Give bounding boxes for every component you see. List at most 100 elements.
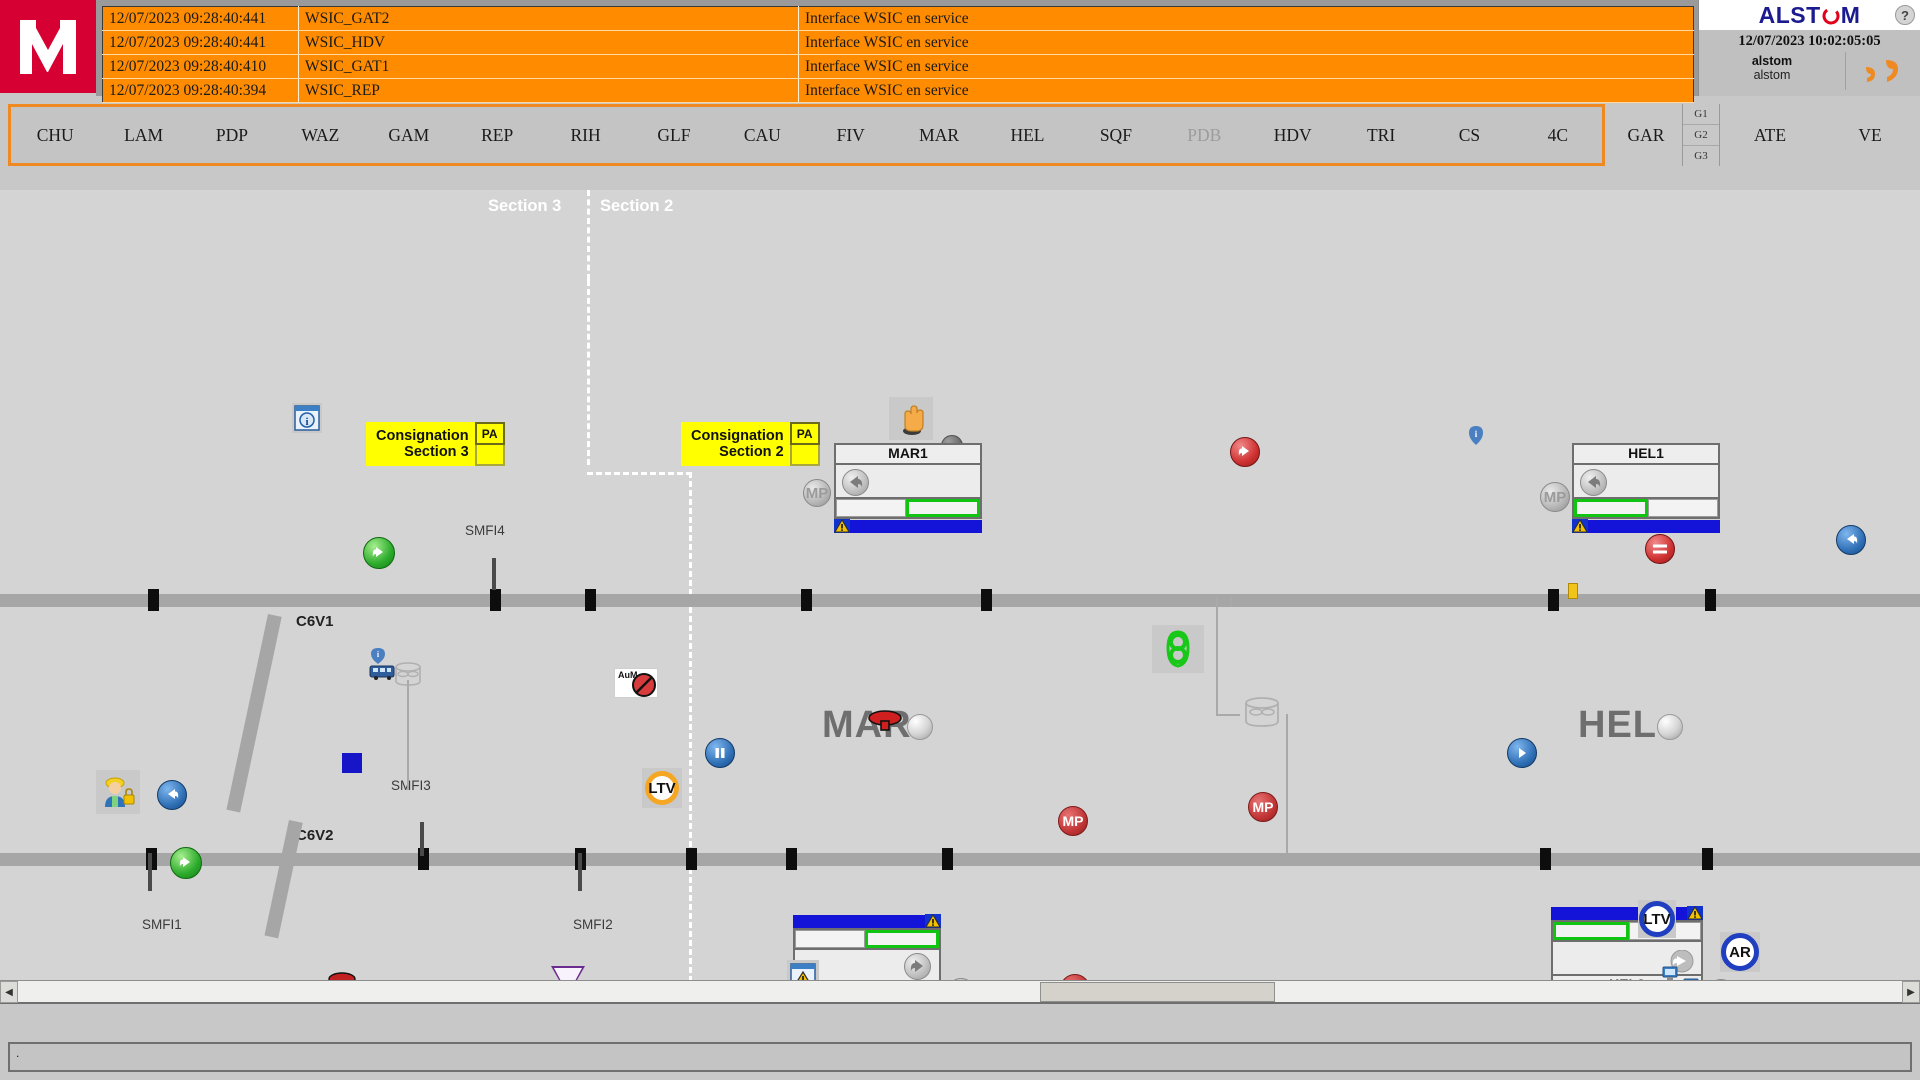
pa-blank-cell[interactable] — [789, 445, 820, 466]
scroll-left-arrow[interactable]: ◀ — [0, 981, 18, 1003]
forward-arrow-icon-mar2[interactable] — [904, 953, 931, 980]
station-panel-hel1[interactable]: HEL1 — [1572, 443, 1720, 533]
forward-button-red-top[interactable] — [1230, 437, 1260, 467]
tab-waz[interactable]: WAZ — [276, 125, 364, 146]
consignation-line2: Section 3 — [404, 444, 469, 460]
table-row[interactable]: 12/07/2023 09:28:40:410 WSIC_GAT1 Interf… — [102, 54, 1694, 79]
panel-indicator-row[interactable] — [795, 930, 939, 950]
pa-indicator[interactable]: PA — [474, 422, 505, 445]
mp-marker-grey-hel1[interactable]: MP — [1540, 482, 1570, 512]
tab-lam[interactable]: LAM — [99, 125, 187, 146]
manual-mode-hand-icon-mar1[interactable] — [889, 397, 933, 440]
group-g3[interactable]: G3 — [1683, 146, 1719, 166]
refresh-button-right[interactable] — [1836, 525, 1866, 555]
track-label-smfi4: SMFI4 — [465, 523, 505, 538]
tab-hel[interactable]: HEL — [983, 125, 1071, 146]
tab-pdb: PDB — [1187, 124, 1222, 145]
aum-marker[interactable]: AuM — [614, 668, 658, 698]
tab-4c[interactable]: 4C — [1514, 125, 1602, 146]
panel-indicator-row[interactable] — [1574, 497, 1718, 517]
group-g1[interactable]: G1 — [1683, 104, 1719, 125]
alarm-message: Interface WSIC en service — [798, 30, 1694, 55]
tab-chu[interactable]: CHU — [11, 125, 99, 146]
tab-hdv[interactable]: HDV — [1248, 125, 1336, 146]
ltv-badge-tile-right[interactable]: LTV — [1638, 900, 1676, 938]
depot-train-icon[interactable]: i — [368, 646, 422, 697]
signal-green-icon[interactable] — [1152, 625, 1204, 673]
panel-cell-right-active[interactable] — [865, 930, 939, 948]
nav-ate[interactable]: ATE — [1720, 125, 1820, 146]
nav-gar[interactable]: GAR — [1610, 125, 1682, 146]
blue-square-marker[interactable] — [342, 753, 362, 773]
mp-marker-red-right[interactable]: MP — [1248, 792, 1278, 822]
yellow-marker-upper[interactable] — [1568, 583, 1578, 599]
group-g2[interactable]: G2 — [1683, 125, 1719, 146]
consignation-pa-stack-2[interactable]: PA — [789, 422, 820, 466]
tab-rep[interactable]: REP — [453, 125, 541, 146]
tab-sqf[interactable]: SQF — [1072, 125, 1160, 146]
scroll-thumb[interactable] — [1040, 982, 1275, 1002]
table-row[interactable]: 12/07/2023 09:28:40:441 WSIC_HDV Interfa… — [102, 30, 1694, 55]
pa-indicator[interactable]: PA — [789, 422, 820, 445]
ar-badge-tile[interactable]: AR — [1720, 932, 1760, 972]
info-window-icon[interactable]: i — [292, 403, 322, 433]
panel-cell-right-active[interactable] — [906, 499, 980, 517]
back-arrow-icon-mar1[interactable] — [842, 469, 869, 496]
network-transfer-icon[interactable] — [1660, 949, 1702, 980]
tab-rih[interactable]: RIH — [541, 125, 629, 146]
ltv-badge-right[interactable]: LTV — [1639, 901, 1675, 937]
info-pin-icon-top[interactable]: i — [1468, 426, 1484, 451]
refresh-button-green-left[interactable] — [363, 537, 395, 569]
pa-blank-cell[interactable] — [474, 445, 505, 466]
panel-indicator-row[interactable] — [1553, 922, 1701, 942]
panel-cell-left[interactable] — [795, 930, 865, 948]
tab-gam[interactable]: GAM — [365, 125, 453, 146]
nav-ve[interactable]: VE — [1820, 125, 1920, 146]
consignation-box-section3[interactable]: Consignation Section 3 PA — [366, 422, 505, 466]
tab-cs[interactable]: CS — [1425, 125, 1513, 146]
status-ball-mar[interactable] — [907, 714, 933, 740]
secondary-nav[interactable]: GAR G1 G2 G3 ATE VE — [1610, 104, 1920, 166]
refresh-button-green-lower[interactable] — [170, 847, 202, 879]
mp-marker-red-center[interactable]: MP — [1058, 806, 1088, 836]
panel-cell-left[interactable] — [836, 499, 906, 517]
mp-marker-grey-mar1[interactable]: MP — [803, 479, 831, 507]
panel-cell-right[interactable] — [1648, 499, 1718, 517]
track-diagram-canvas[interactable]: Section 3 Section 2 i Consignation Secti… — [0, 190, 1920, 980]
status-ball-hel[interactable] — [1657, 714, 1683, 740]
ltv-badge-tile-left[interactable]: LTV — [642, 768, 682, 808]
tab-pdp[interactable]: PDP — [188, 125, 276, 146]
section-label-3: Section 3 — [488, 197, 562, 215]
tab-fiv[interactable]: FIV — [807, 125, 895, 146]
help-button[interactable]: ? — [1895, 5, 1915, 25]
tab-cau[interactable]: CAU — [718, 125, 806, 146]
station-tab-bar[interactable]: CHU LAM PDP WAZ GAM REP RIH GLF CAU FIV … — [8, 104, 1605, 166]
tab-mar[interactable]: MAR — [895, 125, 983, 146]
pause-button[interactable] — [705, 738, 735, 768]
panel-body[interactable] — [1574, 465, 1718, 497]
table-row[interactable]: 12/07/2023 09:28:40:394 WSIC_REP Interfa… — [102, 78, 1694, 103]
ltv-badge-left[interactable]: LTV — [645, 771, 679, 805]
station-panel-mar1[interactable]: MAR1 — [834, 443, 982, 533]
alarm-table[interactable]: 12/07/2023 09:28:40:441 WSIC_GAT2 Interf… — [102, 6, 1694, 103]
consignation-pa-stack-3[interactable]: PA — [474, 422, 505, 466]
back-button-blue-left[interactable] — [157, 780, 187, 810]
panel-indicator-row[interactable] — [836, 497, 980, 517]
worker-lock-icon[interactable] — [96, 770, 140, 814]
back-arrow-icon-hel1[interactable] — [1580, 469, 1607, 496]
panel-cell-left-active[interactable] — [1553, 922, 1629, 940]
group-selector[interactable]: G1 G2 G3 — [1682, 104, 1720, 166]
panel-cell-left-active[interactable] — [1574, 499, 1648, 517]
consignation-box-section2[interactable]: Consignation Section 2 PA — [681, 422, 820, 466]
table-row[interactable]: 12/07/2023 09:28:40:441 WSIC_GAT2 Interf… — [102, 6, 1694, 31]
play-button-blue[interactable] — [1507, 738, 1537, 768]
tab-glf[interactable]: GLF — [630, 125, 718, 146]
horizontal-scrollbar[interactable]: ◀ ▶ — [0, 980, 1920, 1004]
alarm-list-panel[interactable]: 12/07/2023 09:28:40:441 WSIC_GAT2 Interf… — [96, 0, 1698, 103]
panel-body[interactable] — [836, 465, 980, 497]
ar-badge[interactable]: AR — [1721, 933, 1759, 971]
tab-tri[interactable]: TRI — [1337, 125, 1425, 146]
scroll-right-arrow[interactable]: ▶ — [1902, 981, 1920, 1003]
stop-equals-button-hel1[interactable] — [1645, 534, 1675, 564]
alarm-window-icon-mar2[interactable] — [787, 960, 819, 980]
